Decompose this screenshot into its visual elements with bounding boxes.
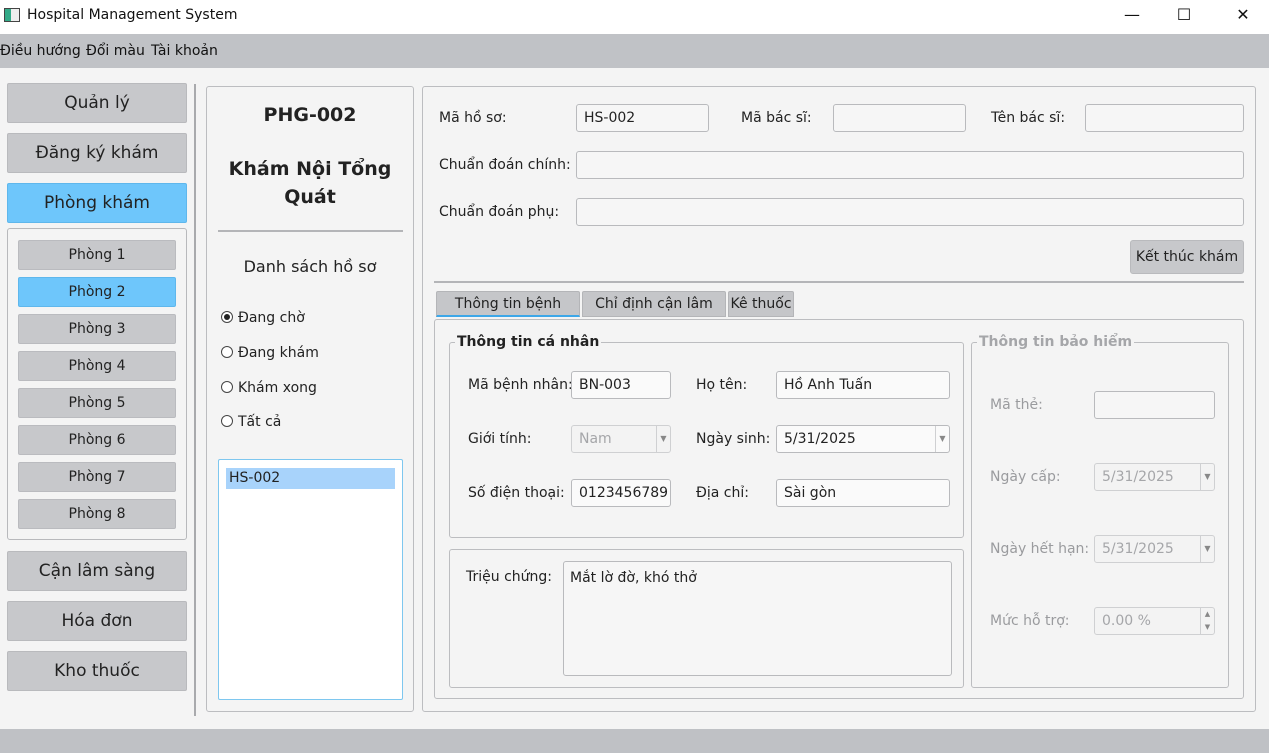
- list-item[interactable]: HS-002: [226, 468, 395, 489]
- record-listbox[interactable]: HS-002: [218, 459, 403, 700]
- minimize-button[interactable]: —: [1109, 0, 1155, 32]
- ngay-cap-label: Ngày cấp:: [990, 469, 1061, 485]
- nav-phong-kham-button[interactable]: Phòng khám: [7, 183, 187, 223]
- muc-ho-tro-label: Mức hỗ trợ:: [990, 613, 1070, 629]
- room-4-button[interactable]: Phòng 4: [18, 351, 176, 381]
- insurance-title: Thông tin bảo hiểm: [977, 334, 1135, 350]
- menu-tai-khoan[interactable]: Tài khoản: [151, 43, 218, 59]
- radio-unchecked-icon: [221, 346, 233, 358]
- ngay-sinh-label: Ngày sinh:: [696, 431, 771, 447]
- room-6-button[interactable]: Phòng 6: [18, 425, 176, 455]
- ma-benh-nhan-label: Mã bệnh nhân:: [468, 377, 573, 393]
- sdt-field[interactable]: 0123456789: [571, 479, 671, 507]
- ma-benh-nhan-field[interactable]: BN-003: [571, 371, 671, 399]
- app-icon: [4, 8, 20, 22]
- room-name: Khám Nội Tổng Quát: [228, 158, 392, 208]
- ngay-sinh-picker[interactable]: 5/31/2025 ▼: [776, 425, 950, 453]
- filter-dang-kham-radio[interactable]: Đang khám: [221, 345, 319, 361]
- chevron-down-icon: ▼: [656, 426, 670, 452]
- close-button[interactable]: ✕: [1220, 0, 1266, 32]
- room-code: PHG-002: [263, 104, 357, 126]
- record-list-title: Danh sách hồ sơ: [243, 257, 377, 276]
- filter-tat-ca-radio[interactable]: Tất cả: [221, 414, 281, 430]
- chan-doan-phu-field[interactable]: [576, 198, 1244, 226]
- ho-ten-field[interactable]: Hồ Anh Tuấn: [776, 371, 950, 399]
- tab-thong-tin-benh-nhan[interactable]: Thông tin bệnh nhân: [436, 291, 580, 336]
- dia-chi-label: Địa chỉ:: [696, 485, 749, 501]
- menu-dieu-huong[interactable]: Điều hướng: [0, 43, 81, 59]
- ma-ho-so-label: Mã hồ sơ:: [439, 110, 507, 126]
- chan-doan-chinh-label: Chuẩn đoán chính:: [439, 157, 571, 173]
- muc-ho-tro-spinner[interactable]: 0.00 % ▲ ▼: [1094, 607, 1215, 635]
- chevron-down-icon: ▼: [935, 426, 949, 452]
- radio-checked-icon: [221, 311, 233, 323]
- ho-ten-label: Họ tên:: [696, 377, 748, 393]
- detail-divider: [434, 281, 1244, 283]
- sdt-label: Số điện thoại:: [468, 485, 565, 501]
- chan-doan-chinh-field[interactable]: [576, 151, 1244, 179]
- ma-the-field[interactable]: [1094, 391, 1215, 419]
- room-3-button[interactable]: Phòng 3: [18, 314, 176, 344]
- maximize-button[interactable]: ☐: [1161, 0, 1207, 32]
- room-1-button[interactable]: Phòng 1: [18, 240, 176, 270]
- ngay-het-han-label: Ngày hết hạn:: [990, 541, 1090, 557]
- room-list-panel: [7, 228, 187, 540]
- nav-can-lam-sang-button[interactable]: Cận lâm sàng: [7, 551, 187, 591]
- ma-ho-so-field[interactable]: HS-002: [576, 104, 709, 132]
- symptoms-textarea[interactable]: Mắt lờ đờ, khó thở: [563, 561, 952, 676]
- nav-hoa-don-button[interactable]: Hóa đơn: [7, 601, 187, 641]
- ma-the-label: Mã thẻ:: [990, 397, 1043, 413]
- nav-dang-ky-kham-button[interactable]: Đăng ký khám: [7, 133, 187, 173]
- ma-bac-si-label: Mã bác sĩ:: [741, 110, 812, 126]
- room-5-button[interactable]: Phòng 5: [18, 388, 176, 418]
- gioi-tinh-label: Giới tính:: [468, 431, 532, 447]
- chevron-down-icon: ▼: [1200, 536, 1214, 562]
- finish-exam-button[interactable]: Kết thúc khám: [1130, 240, 1244, 274]
- personal-info-title: Thông tin cá nhân: [455, 334, 602, 350]
- ngay-het-han-picker[interactable]: 5/31/2025 ▼: [1094, 535, 1215, 563]
- chan-doan-phu-label: Chuẩn đoán phụ:: [439, 204, 560, 220]
- window-title: Hospital Management System: [27, 7, 238, 23]
- tab-chi-dinh-can-lam-san[interactable]: Chỉ định cận lâm sàn: [582, 291, 726, 336]
- title-bar: Hospital Management System — ☐ ✕: [0, 0, 1269, 34]
- status-bar: [0, 729, 1269, 753]
- ten-bac-si-label: Tên bác sĩ:: [991, 110, 1066, 126]
- chevron-down-icon: ▼: [1200, 464, 1214, 490]
- ma-bac-si-field[interactable]: [833, 104, 966, 132]
- gioi-tinh-select[interactable]: Nam ▼: [571, 425, 671, 453]
- filter-kham-xong-radio[interactable]: Khám xong: [221, 380, 317, 396]
- radio-unchecked-icon: [221, 381, 233, 393]
- filter-dang-cho-radio[interactable]: Đang chờ: [221, 310, 305, 326]
- ngay-cap-picker[interactable]: 5/31/2025 ▼: [1094, 463, 1215, 491]
- tab-ke-thuoc[interactable]: Kê thuốc: [728, 291, 794, 317]
- radio-unchecked-icon: [221, 415, 233, 427]
- nav-kho-thuoc-button[interactable]: Kho thuốc: [7, 651, 187, 691]
- menu-bar: Điều hướng Đổi màu Tài khoản: [0, 34, 1269, 68]
- dia-chi-field[interactable]: Sài gòn: [776, 479, 950, 507]
- room-2-button[interactable]: Phòng 2: [18, 277, 176, 307]
- ten-bac-si-field[interactable]: [1085, 104, 1244, 132]
- room-divider: [218, 230, 403, 232]
- room-8-button[interactable]: Phòng 8: [18, 499, 176, 529]
- sidebar-divider: [194, 84, 196, 716]
- nav-quan-ly-button[interactable]: Quản lý: [7, 83, 187, 123]
- menu-doi-mau[interactable]: Đổi màu: [86, 43, 145, 59]
- room-7-button[interactable]: Phòng 7: [18, 462, 176, 492]
- symptoms-label: Triệu chứng:: [466, 569, 552, 585]
- spinner-arrows-icon[interactable]: ▲ ▼: [1200, 608, 1214, 634]
